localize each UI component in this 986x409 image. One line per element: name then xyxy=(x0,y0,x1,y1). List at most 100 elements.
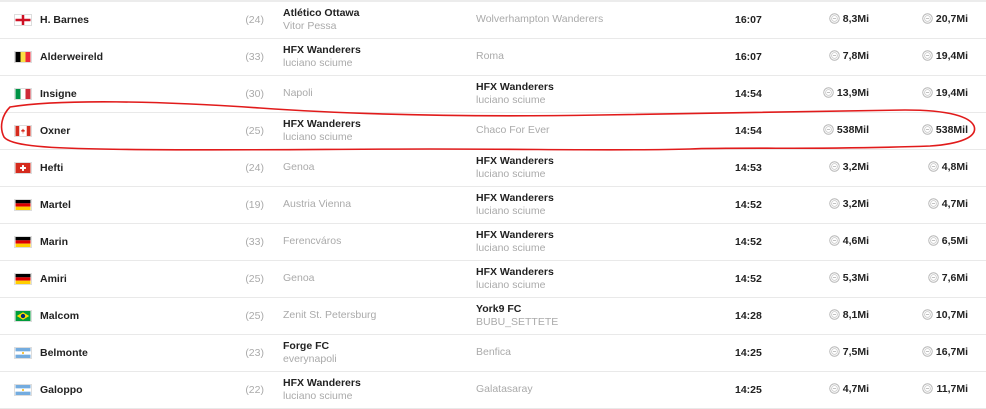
buyer-manager[interactable]: luciano sciume xyxy=(476,279,554,292)
table-row[interactable]: Alderweireld (33) HFX Wanderers luciano sci… xyxy=(0,39,986,76)
coin-icon xyxy=(922,50,933,61)
coin-icon xyxy=(829,272,840,283)
buyer-club-name[interactable]: Chaco For Ever xyxy=(476,124,550,137)
buyer-club-name[interactable]: Wolverhampton Wanderers xyxy=(476,13,603,26)
buyer-manager[interactable]: luciano sciume xyxy=(476,94,554,107)
seller-manager[interactable]: luciano sciume xyxy=(283,131,361,144)
coin-icon xyxy=(922,13,933,24)
market-value-text: 20,7Mi xyxy=(935,13,968,25)
player-name[interactable]: Marin xyxy=(40,236,68,248)
market-value: 20,7Mi xyxy=(848,13,968,25)
market-value-text: 19,4Mi xyxy=(935,87,968,99)
market-value-text: 16,7Mi xyxy=(935,346,968,358)
buyer-manager[interactable]: luciano sciume xyxy=(476,168,554,181)
seller-manager[interactable]: Vitor Pessa xyxy=(283,20,359,33)
buyer-club-name[interactable]: HFX Wanderers xyxy=(476,229,554,242)
player-name[interactable]: Alderweireld xyxy=(40,51,103,63)
player-name[interactable]: Hefti xyxy=(40,162,63,174)
coin-icon xyxy=(922,87,933,98)
seller-club-name[interactable]: Genoa xyxy=(283,161,315,174)
table-row[interactable]: H. Barnes (24) Atlético Ottawa Vitor Pessa W… xyxy=(0,2,986,39)
coin-icon xyxy=(829,235,840,246)
table-row[interactable]: Galoppo (22) HFX Wanderers luciano sciume Ga… xyxy=(0,372,986,409)
coin-icon xyxy=(829,50,840,61)
seller-club-name[interactable]: Ferencváros xyxy=(283,235,341,248)
seller-club: Forge FC everynapoli xyxy=(283,340,337,366)
seller-manager[interactable]: luciano sciume xyxy=(283,57,361,70)
seller-club-name[interactable]: Austria Vienna xyxy=(283,198,351,211)
table-row[interactable]: Belmonte (23) Forge FC everynapoli Benfica 14… xyxy=(0,335,986,372)
seller-club: Napoli xyxy=(283,81,313,100)
seller-club-name[interactable]: Genoa xyxy=(283,272,315,285)
market-value-text: 4,7Mi xyxy=(941,198,968,210)
player-name[interactable]: Martel xyxy=(40,199,71,211)
coin-icon xyxy=(928,198,939,209)
seller-club: Austria Vienna xyxy=(283,192,351,211)
buyer-club-name[interactable]: Roma xyxy=(476,50,504,63)
coin-icon xyxy=(928,272,939,283)
country-flag-icon xyxy=(14,384,32,396)
table-row[interactable]: Insigne (30) Napoli HFX Wanderers luciano sc… xyxy=(0,76,986,113)
market-value-text: 10,7Mi xyxy=(935,309,968,321)
market-value: 538Mil xyxy=(848,124,968,136)
country-flag-icon xyxy=(14,347,32,359)
seller-club-name[interactable]: Forge FC xyxy=(283,340,337,353)
market-value-text: 6,5Mi xyxy=(941,235,968,247)
player-age: (24) xyxy=(245,162,264,174)
country-flag-icon xyxy=(14,199,32,211)
seller-club-name[interactable]: HFX Wanderers xyxy=(283,118,361,131)
player-age: (33) xyxy=(245,51,264,63)
player-age: (25) xyxy=(245,273,264,285)
buyer-club-name[interactable]: HFX Wanderers xyxy=(476,192,554,205)
player-name[interactable]: Galoppo xyxy=(40,384,83,396)
seller-club-name[interactable]: Napoli xyxy=(283,87,313,100)
coin-icon xyxy=(829,198,840,209)
country-flag-icon xyxy=(14,273,32,285)
table-row[interactable]: Malcom (25) Zenit St. Petersburg York9 FC BU… xyxy=(0,298,986,335)
table-row[interactable]: Amiri (25) Genoa HFX Wanderers luciano scium… xyxy=(0,261,986,298)
seller-club-name[interactable]: Zenit St. Petersburg xyxy=(283,309,376,322)
player-name[interactable]: Malcom xyxy=(40,310,79,322)
seller-club-name[interactable]: HFX Wanderers xyxy=(283,44,361,57)
coin-icon xyxy=(922,124,933,135)
seller-club-name[interactable]: HFX Wanderers xyxy=(283,377,361,390)
seller-club: Ferencváros xyxy=(283,229,341,248)
coin-icon xyxy=(928,235,939,246)
market-value-text: 7,6Mi xyxy=(941,272,968,284)
buyer-club-name[interactable]: HFX Wanderers xyxy=(476,266,554,279)
market-value-text: 11,7Mi xyxy=(936,383,968,395)
table-row[interactable]: Oxner (25) HFX Wanderers luciano sciume Chac… xyxy=(0,113,986,150)
table-row[interactable]: Martel (19) Austria Vienna HFX Wanderers luc… xyxy=(0,187,986,224)
country-flag-icon xyxy=(14,236,32,248)
table-row[interactable]: Hefti (24) Genoa HFX Wanderers luciano scium… xyxy=(0,150,986,187)
country-flag-icon xyxy=(14,125,32,137)
player-name[interactable]: Insigne xyxy=(40,88,77,100)
table-row[interactable]: Marin (33) Ferencváros HFX Wanderers luciano… xyxy=(0,224,986,261)
player-age: (33) xyxy=(245,236,264,248)
seller-manager[interactable]: luciano sciume xyxy=(283,390,361,403)
buyer-manager[interactable]: luciano sciume xyxy=(476,205,554,218)
coin-icon xyxy=(823,124,834,135)
buyer-club: York9 FC BUBU_SETTETE xyxy=(476,303,558,329)
player-name[interactable]: Oxner xyxy=(40,125,70,137)
seller-club: Atlético Ottawa Vitor Pessa xyxy=(283,7,359,33)
market-value: 11,7Mi xyxy=(848,383,968,395)
market-value-text: 19,4Mi xyxy=(935,50,968,62)
buyer-club: Wolverhampton Wanderers xyxy=(476,7,603,26)
buyer-manager[interactable]: luciano sciume xyxy=(476,242,554,255)
market-value-text: 538Mil xyxy=(935,124,968,136)
buyer-manager[interactable]: BUBU_SETTETE xyxy=(476,316,558,329)
buyer-club-name[interactable]: HFX Wanderers xyxy=(476,155,554,168)
player-name[interactable]: H. Barnes xyxy=(40,14,89,26)
buyer-club-name[interactable]: York9 FC xyxy=(476,303,558,316)
player-name[interactable]: Amiri xyxy=(40,273,67,285)
seller-club: HFX Wanderers luciano sciume xyxy=(283,44,361,70)
buyer-club: Benfica xyxy=(476,340,511,359)
buyer-club-name[interactable]: Benfica xyxy=(476,346,511,359)
seller-club-name[interactable]: Atlético Ottawa xyxy=(283,7,359,20)
seller-manager[interactable]: everynapoli xyxy=(283,353,337,366)
buyer-club: HFX Wanderers luciano sciume xyxy=(476,155,554,181)
buyer-club-name[interactable]: Galatasaray xyxy=(476,383,533,396)
buyer-club-name[interactable]: HFX Wanderers xyxy=(476,81,554,94)
player-name[interactable]: Belmonte xyxy=(40,347,88,359)
